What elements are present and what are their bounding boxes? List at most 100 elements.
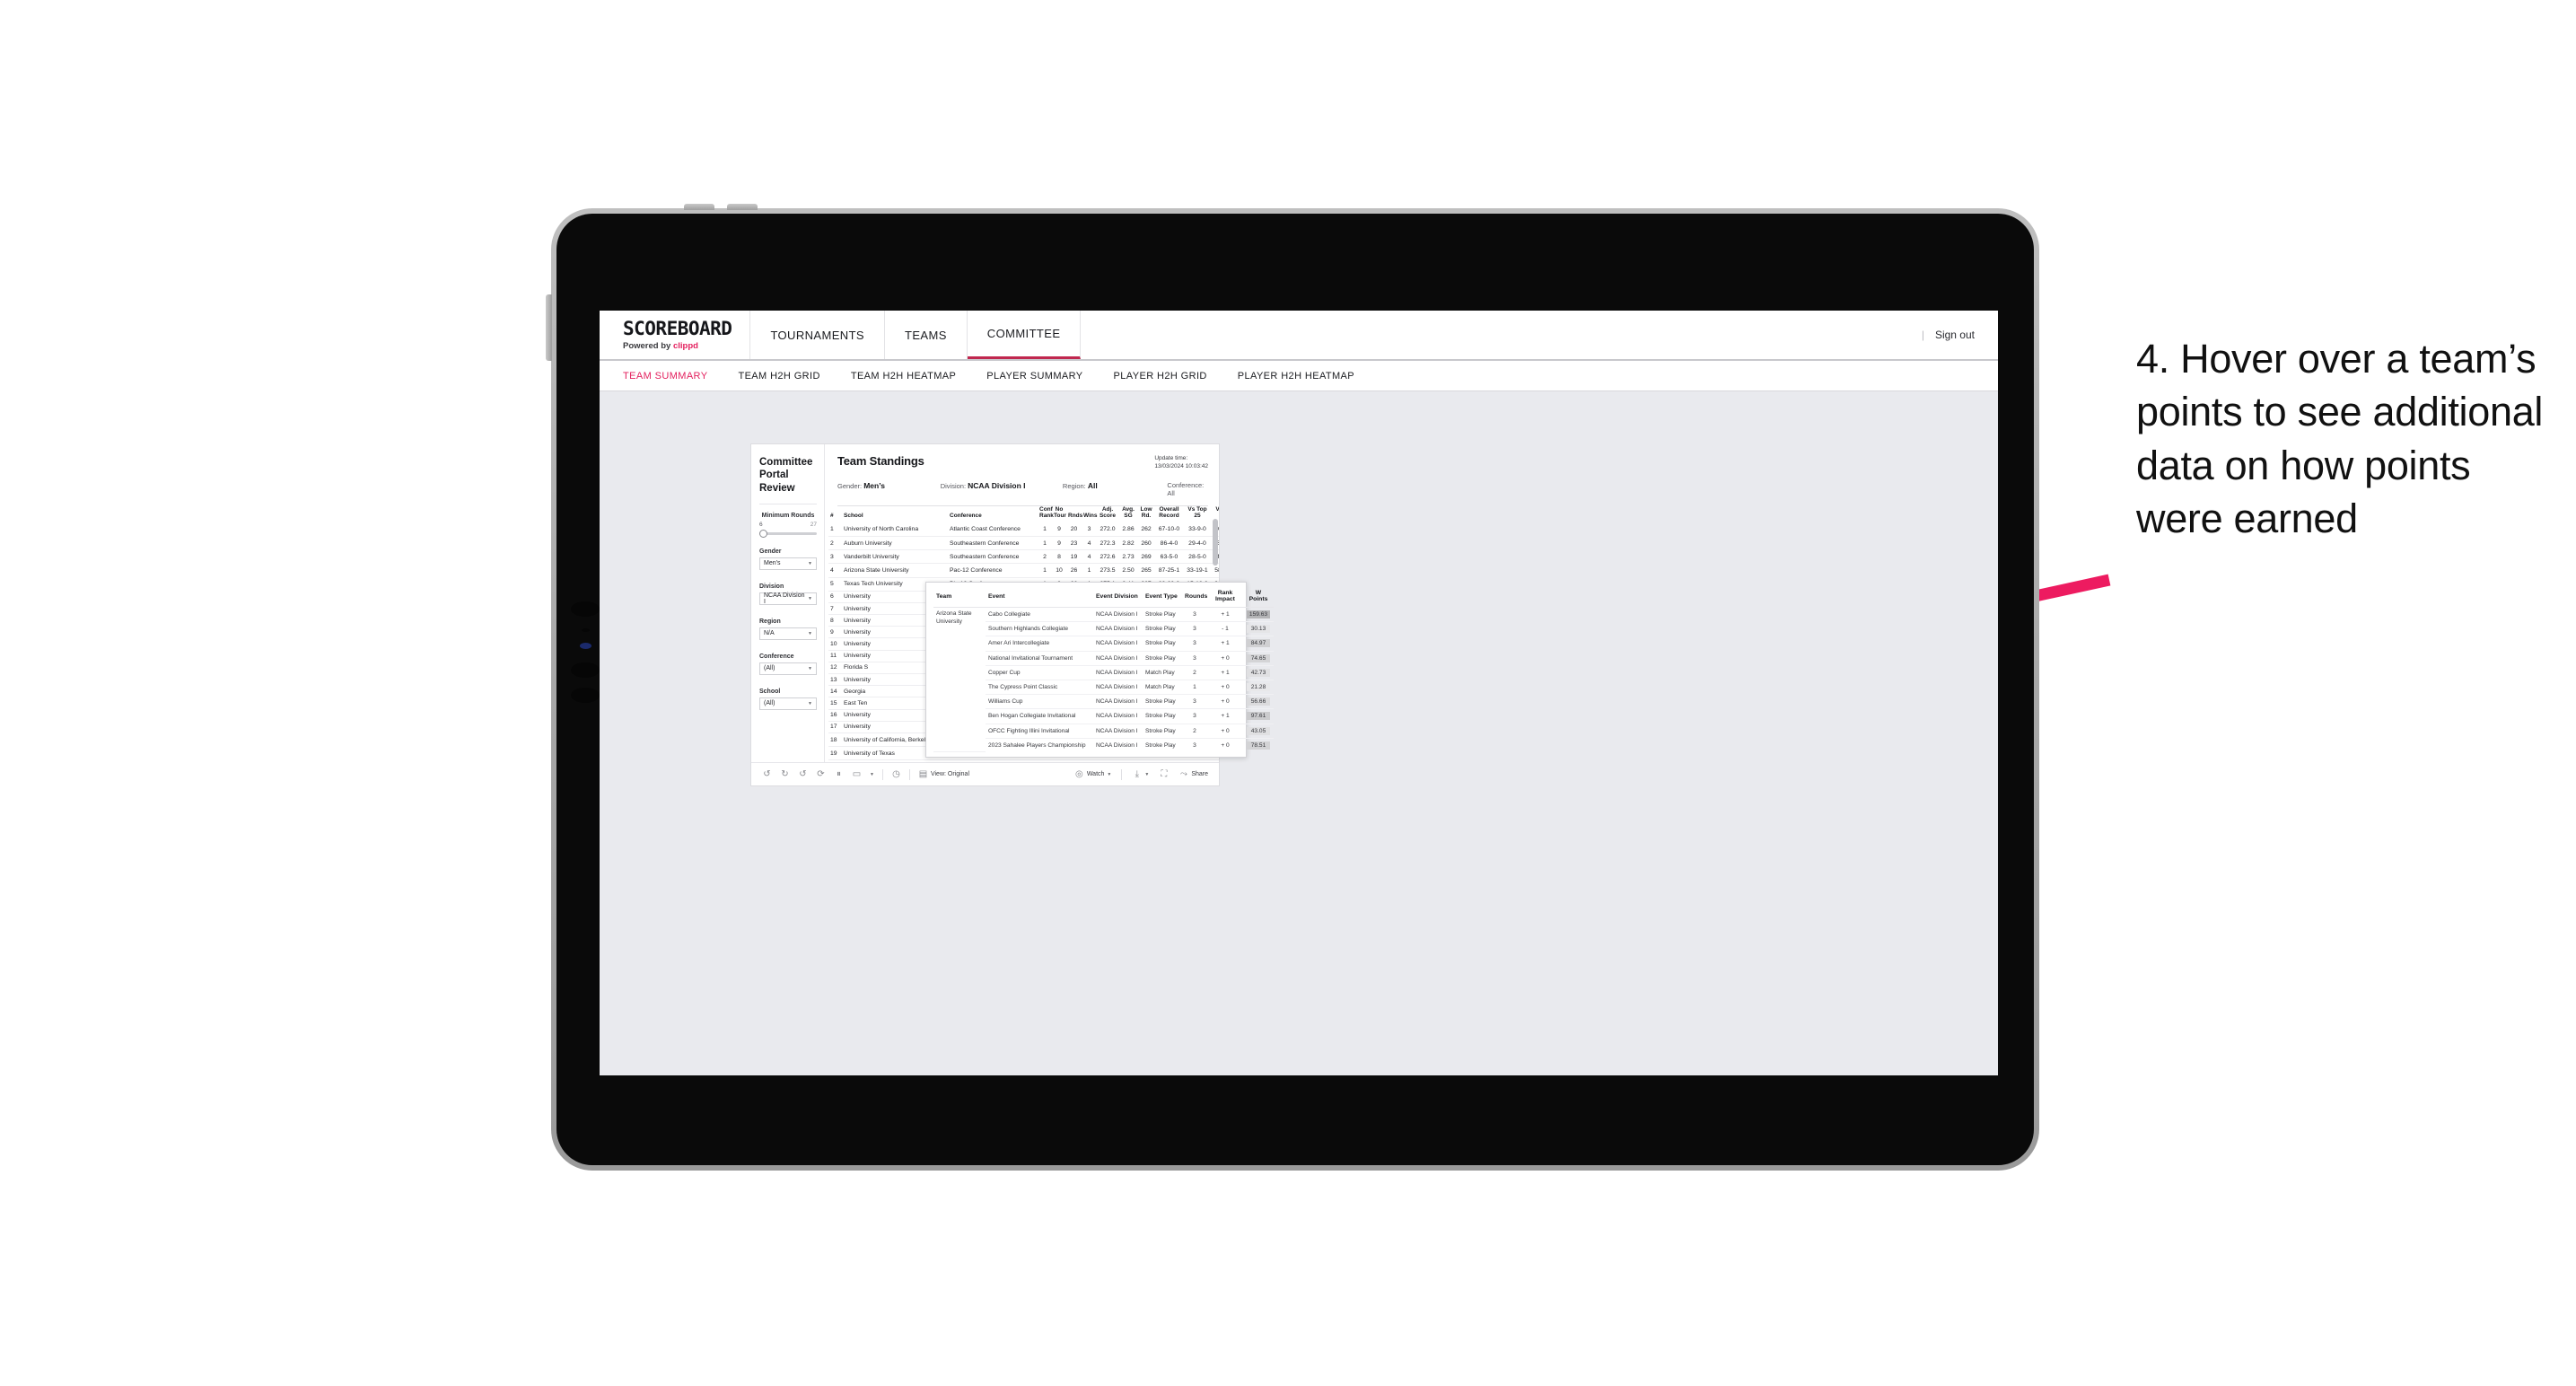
table-row[interactable]: 20University of New MexicoMountain West … [828, 759, 1219, 762]
table-scrollbar-thumb[interactable] [1213, 518, 1218, 566]
tooltip-division: NCAA Division I [1093, 694, 1143, 710]
tablet-top-button-2[interactable] [727, 204, 758, 210]
subtab-player-h2h-heatmap[interactable]: PLAYER H2H HEATMAP [1238, 371, 1371, 382]
col-avg-sg[interactable]: Avg. SG [1118, 506, 1138, 523]
tooltip-rounds: 3 [1182, 708, 1207, 724]
filter-division: Division NCAA Division I ▼ [759, 583, 817, 605]
cell-rank: 5 [828, 577, 842, 592]
cell-rank: 17 [828, 721, 842, 733]
summary-gender-label: Gender: [837, 481, 863, 490]
chevron-down-icon: ▼ [808, 700, 812, 706]
cell-rank: 4 [828, 563, 842, 578]
tooltip-event: Amer Ari Intercollegiate [986, 636, 1093, 652]
minimum-rounds-slider[interactable] [759, 529, 817, 538]
col-school[interactable]: School [842, 506, 948, 523]
tablet-side-button[interactable] [546, 294, 552, 361]
division-select[interactable]: NCAA Division I ▼ [759, 592, 817, 605]
col-conference[interactable]: Conference [948, 506, 1038, 523]
fullscreen-icon[interactable]: ⛶ [1159, 769, 1169, 779]
watch-button[interactable]: ◎ Watch ▼ [1074, 769, 1111, 779]
brand-logo[interactable]: SCOREBOARD Powered by clippd [600, 311, 751, 359]
col-rnds[interactable]: Rnds [1066, 506, 1082, 523]
summary-region: Region: All [1063, 481, 1168, 497]
col-conf-rank[interactable]: Conf Rank [1038, 506, 1054, 523]
col-low-rd[interactable]: Low Rd. [1138, 506, 1154, 523]
pause-icon[interactable]: ⏸ [834, 769, 844, 779]
tooltip-division: NCAA Division I [1093, 665, 1143, 680]
col-adj-score[interactable]: Adj. Score [1097, 506, 1118, 523]
tooltip-col-event: Event [986, 588, 1093, 608]
conference-value: (All) [764, 665, 775, 672]
col-wins[interactable]: Wins [1082, 506, 1097, 523]
col-overall[interactable]: Overall Record [1154, 506, 1184, 523]
download-button[interactable]: ⤓ ▼ [1132, 769, 1150, 779]
toolbar-right: ◎ Watch ▼ ⤓ ▼ ⛶ ⤳ Share [1074, 768, 1208, 780]
cell-wins: 3 [1082, 522, 1097, 537]
subtab-team-h2h-heatmap[interactable]: TEAM H2H HEATMAP [851, 371, 972, 382]
summary-conference-value: All [1167, 488, 1175, 497]
tooltip-rounds: 3 [1182, 694, 1207, 710]
subtab-team-summary[interactable]: TEAM SUMMARY [623, 371, 723, 382]
tooltip-event: Copper Cup [986, 665, 1093, 680]
nav-divider: | [1921, 329, 1924, 341]
cell-avg-sg: 1.50 [1118, 759, 1138, 762]
cell-adj-score: 272.3 [1097, 536, 1118, 551]
tablet-top-button-1[interactable] [684, 204, 714, 210]
tooltip-team: Arizona State University [933, 607, 986, 753]
redo-icon[interactable]: ↻ [780, 769, 790, 779]
table-row[interactable]: 1 University of North Carolina Atlantic Co… [828, 522, 1219, 537]
school-select[interactable]: (All) ▼ [759, 697, 817, 710]
undo-icon[interactable]: ↺ [762, 769, 772, 779]
tooltip-rounds: 2 [1182, 665, 1207, 680]
device-layout-icon[interactable]: ▭ [852, 769, 862, 779]
share-button[interactable]: ⤳ Share [1178, 769, 1208, 779]
cell-conference: Mountain West Conference [948, 759, 1038, 762]
view-original-button[interactable]: ▤ View: Original [918, 769, 969, 779]
summary-division: Division: NCAA Division I [941, 481, 1063, 497]
subtab-player-h2h-grid[interactable]: PLAYER H2H GRID [1114, 371, 1223, 382]
chevron-down-icon: ▼ [808, 630, 812, 636]
viz-header: Team Standings Update time: 13/03/2024 1… [825, 444, 1219, 506]
led-indicator-icon [580, 643, 591, 649]
sign-out-link[interactable]: Sign out [1935, 329, 1975, 341]
table-row[interactable]: 4 Arizona State University Pac-12 Conferen… [828, 563, 1219, 578]
tooltip-rank-impact: + 1 [1207, 665, 1243, 680]
gender-select[interactable]: Men’s ▼ [759, 557, 817, 570]
tooltip-type: Stroke Play [1143, 636, 1182, 652]
conference-select[interactable]: (All) ▼ [759, 662, 817, 675]
history-icon[interactable]: ◷ [891, 769, 901, 779]
slider-handle[interactable] [759, 529, 767, 538]
revert-icon[interactable]: ↺ [798, 769, 808, 779]
summary-division-label: Division: [940, 481, 967, 490]
col-rank[interactable]: # [828, 506, 842, 523]
subtab-player-summary[interactable]: PLAYER SUMMARY [986, 371, 1099, 382]
tooltip-rounds: 3 [1193, 741, 1196, 749]
brand-tagline: Powered by clippd [623, 341, 732, 351]
table-row[interactable]: 2 Auburn University Southeastern Conferenc… [828, 536, 1219, 551]
nav-item-tournaments[interactable]: TOURNAMENTS [750, 311, 885, 359]
tooltip-division: NCAA Division I [1093, 680, 1143, 696]
chevron-down-icon[interactable]: ▼ [870, 772, 874, 777]
nav-item-committee[interactable]: COMMITTEE [967, 311, 1082, 359]
table-row[interactable]: 3 Vanderbilt University Southeastern Confe… [828, 549, 1219, 565]
tooltip-rank-impact: + 1 [1207, 636, 1243, 652]
cell-wins: 4 [1082, 549, 1097, 565]
tooltip-w-points: 84.97 [1243, 636, 1274, 652]
col-no-tour[interactable]: No Tour [1052, 506, 1066, 523]
tooltip-division: NCAA Division I [1093, 724, 1143, 739]
cell-rank: 13 [828, 673, 842, 687]
refresh-icon[interactable]: ⟳ [816, 769, 826, 779]
filter-conference: Conference (All) ▼ [759, 654, 817, 675]
cell-conf-rank: 1 [1038, 522, 1052, 537]
download-icon: ⤓ [1135, 769, 1140, 779]
subtab-team-h2h-grid[interactable]: TEAM H2H GRID [738, 371, 836, 382]
cell-rank: 15 [828, 697, 842, 710]
cell-rank: 8 [828, 614, 842, 627]
cell-school: University of New Mexico [842, 759, 948, 762]
col-vs-top-25[interactable]: Vs Top 25 [1184, 506, 1211, 523]
nav-item-teams[interactable]: TEAMS [885, 311, 968, 359]
cell-vs-top-25: 29-4-0 [1184, 536, 1211, 551]
points-tooltip: Team Event Event Division Event Type Rou… [925, 582, 1274, 759]
region-select[interactable]: N/A ▼ [759, 627, 817, 640]
cell-overall: 87-25-1 [1154, 563, 1184, 578]
